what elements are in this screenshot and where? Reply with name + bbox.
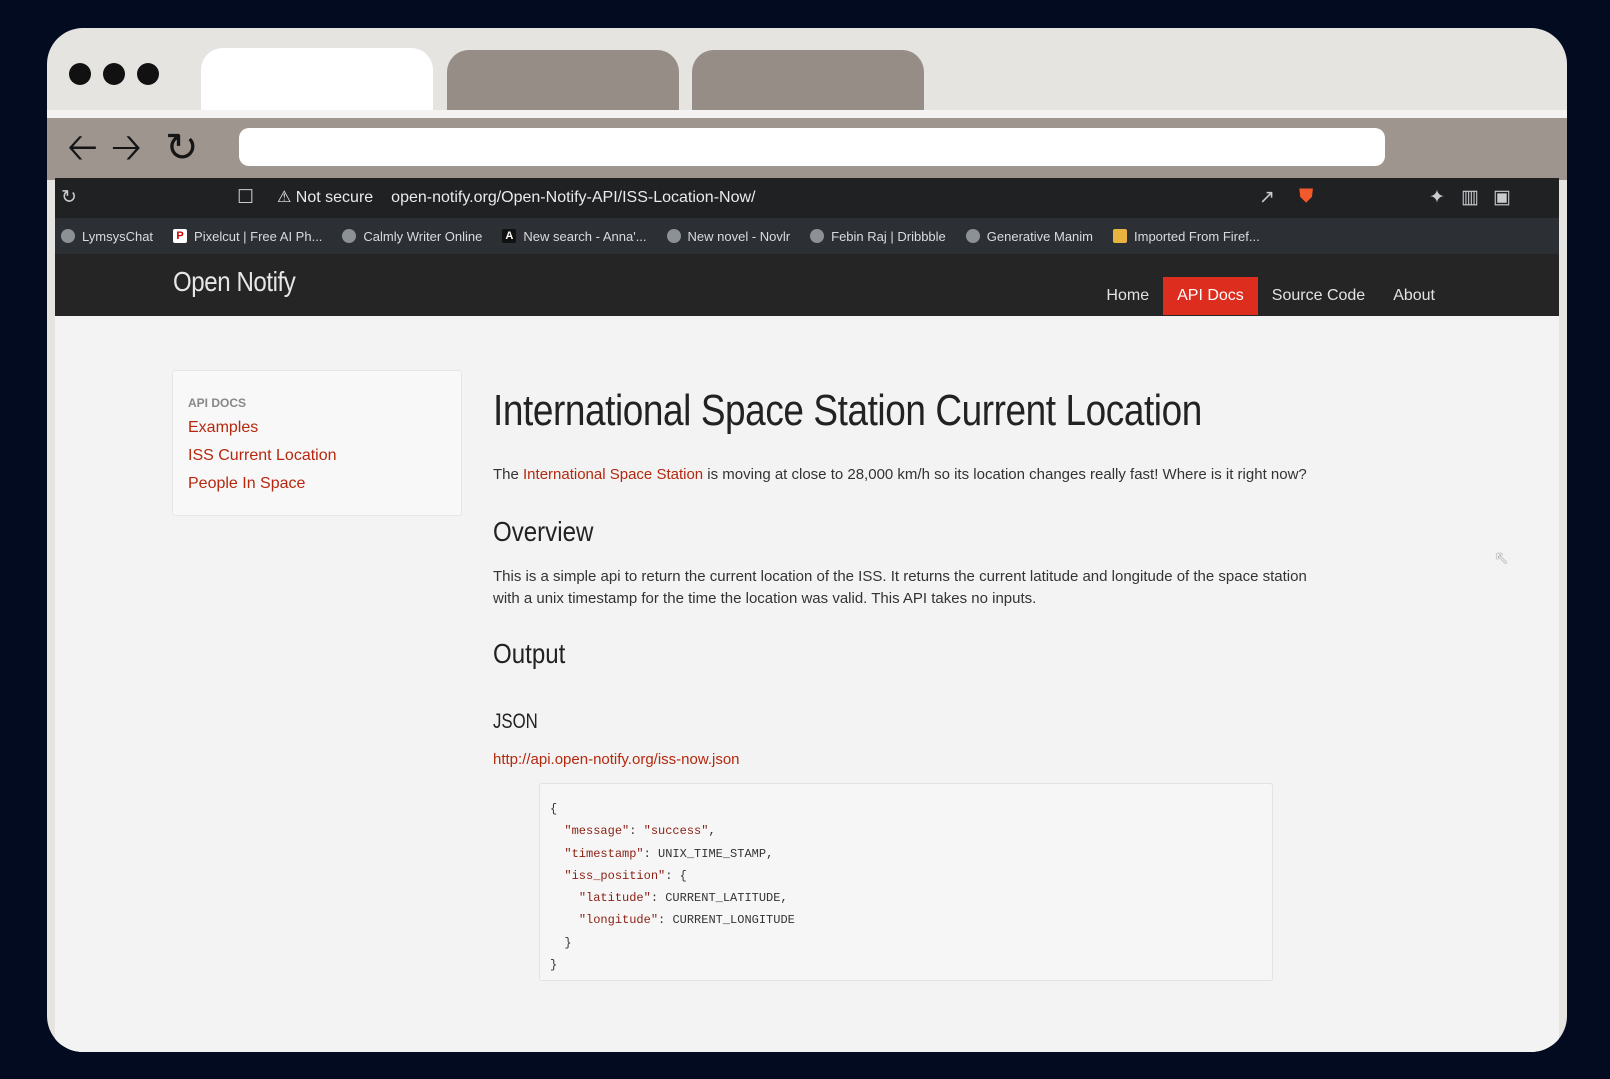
tab-active[interactable]	[201, 48, 433, 112]
page-title: International Space Station Current Loca…	[493, 386, 1202, 435]
minimize-window-dot[interactable]	[103, 63, 125, 85]
browser-viewport: ↻ ☐ ⚠ Not secure open-notify.org/Open-No…	[55, 178, 1559, 1052]
code-key: "iss_position"	[564, 868, 666, 883]
reload-icon[interactable]: ↻	[165, 126, 199, 170]
bookmarks-bar: LymsysChat P Pixelcut | Free AI Ph... Cal…	[55, 218, 1559, 254]
sidebar-link-examples[interactable]: Examples	[188, 419, 258, 437]
bookmark-item[interactable]: LymsysChat	[61, 229, 153, 244]
bookmark-label: Calmly Writer Online	[363, 228, 483, 244]
site-brand[interactable]: Open Notify	[173, 266, 296, 298]
site-menu: Home API Docs Source Code About	[1092, 277, 1449, 315]
maximize-window-dot[interactable]	[137, 63, 159, 85]
code-brace: }	[550, 958, 558, 973]
json-code-block: { "message": "success", "timestamp": UNI…	[539, 783, 1273, 981]
window-controls	[69, 63, 159, 85]
url-field[interactable]: ⚠ Not secure open-notify.org/Open-Notify…	[277, 182, 755, 214]
toolbar-strip	[47, 110, 1567, 118]
menu-home[interactable]: Home	[1092, 277, 1163, 315]
code-key: "timestamp"	[564, 846, 644, 861]
address-bar[interactable]	[239, 128, 1385, 166]
overview-heading: Overview	[493, 516, 594, 547]
code-value: "success"	[643, 824, 709, 839]
globe-icon	[342, 229, 357, 243]
bookmark-label: LymsysChat	[82, 228, 154, 244]
bookmark-item[interactable]: Imported From Firef...	[1113, 229, 1260, 244]
code-brace: {	[550, 802, 558, 816]
code-value: CURRENT_LONGITUDE	[672, 913, 795, 928]
tab-3[interactable]	[692, 50, 924, 110]
output-heading: Output	[493, 638, 566, 669]
globe-icon	[61, 229, 75, 243]
extensions-icon[interactable]: ✦	[1429, 186, 1445, 209]
bookmark-label: Febin Raj | Dribbble	[831, 228, 946, 244]
bookmark-item[interactable]: New novel - Novlr	[666, 228, 791, 244]
forward-arrow-icon[interactable]: 🡢	[111, 126, 142, 170]
intro-suffix: is moving at close to 28,000 km/h so its…	[703, 466, 1307, 483]
warning-icon: ⚠	[277, 189, 292, 206]
menu-api-docs[interactable]: API Docs	[1163, 277, 1258, 315]
site-navbar: Open Notify Home API Docs Source Code Ab…	[55, 254, 1559, 316]
menu-about[interactable]: About	[1379, 277, 1449, 315]
globe-icon	[965, 229, 980, 243]
bookmark-item[interactable]: Generative Manim	[965, 228, 1093, 244]
iss-link[interactable]: International Space Station	[523, 466, 703, 483]
intro-paragraph: The International Space Station is movin…	[493, 466, 1307, 483]
outer-toolbar: 🡠 🡢 ↻	[47, 118, 1567, 180]
intro-prefix: The	[493, 466, 524, 483]
tab-2[interactable]	[447, 50, 679, 110]
globe-icon	[810, 229, 825, 243]
pixelcut-icon: P	[173, 229, 188, 243]
security-text: Not secure	[295, 189, 374, 206]
menu-source-code[interactable]: Source Code	[1258, 277, 1379, 315]
folder-icon	[1113, 229, 1127, 243]
close-window-dot[interactable]	[69, 63, 91, 85]
bookmark-item[interactable]: A New search - Anna'...	[502, 228, 647, 244]
code-key: "latitude"	[578, 891, 651, 906]
bookmark-item[interactable]: Febin Raj | Dribbble	[810, 229, 946, 244]
overview-paragraph: This is a simple api to return the curre…	[493, 568, 1307, 607]
sidebar-toggle-icon[interactable]: ▥	[1461, 186, 1479, 209]
browser-window: 🡠 🡢 ↻ ↻ ☐ ⚠ Not secure open-notify.org/O…	[47, 28, 1567, 1052]
bookmark-item[interactable]: Calmly Writer Online	[342, 229, 482, 244]
security-label[interactable]: ⚠ Not secure	[277, 182, 373, 214]
mouse-cursor-icon: ↖	[1494, 548, 1510, 568]
json-heading: JSON	[493, 710, 538, 733]
url-text: open-notify.org/Open-Notify-API/ISS-Loca…	[391, 189, 756, 206]
docs-sidebar: API DOCS Examples ISS Current Location P…	[172, 370, 462, 516]
code-key: "message"	[564, 824, 630, 839]
code-value: CURRENT_LATITUDE	[665, 891, 781, 906]
reload-icon[interactable]: ↻	[61, 186, 77, 209]
bookmark-label: Imported From Firef...	[1134, 228, 1260, 244]
inner-browser-bar: ↻ ☐ ⚠ Not secure open-notify.org/Open-No…	[55, 178, 1559, 218]
json-endpoint-link[interactable]: http://api.open-notify.org/iss-now.json	[493, 751, 740, 768]
code-value: UNIX_TIME_STAMP	[658, 846, 767, 861]
page-content: API DOCS Examples ISS Current Location P…	[55, 316, 1559, 1052]
share-icon[interactable]: ↗	[1259, 186, 1275, 209]
bookmark-icon[interactable]: ☐	[237, 186, 254, 209]
sidebar-heading: API DOCS	[188, 396, 247, 410]
bookmark-label: New search - Anna'...	[523, 228, 647, 244]
globe-icon	[666, 229, 681, 243]
anna-icon: A	[502, 229, 517, 243]
sidebar-link-iss-location[interactable]: ISS Current Location	[188, 447, 337, 465]
code-key: "longitude"	[578, 913, 659, 928]
bookmark-label: Generative Manim	[986, 228, 1093, 244]
code-brace: }	[564, 935, 572, 950]
bookmark-item[interactable]: P Pixelcut | Free AI Ph...	[173, 229, 322, 244]
bookmark-label: New novel - Novlr	[687, 228, 791, 244]
bookmark-label: Pixelcut | Free AI Ph...	[194, 228, 323, 244]
wallet-icon[interactable]: ▣	[1493, 186, 1511, 209]
brave-shield-icon[interactable]: ⛊	[1299, 186, 1313, 208]
sidebar-link-people-in-space[interactable]: People In Space	[188, 475, 305, 493]
back-arrow-icon[interactable]: 🡠	[67, 126, 98, 170]
